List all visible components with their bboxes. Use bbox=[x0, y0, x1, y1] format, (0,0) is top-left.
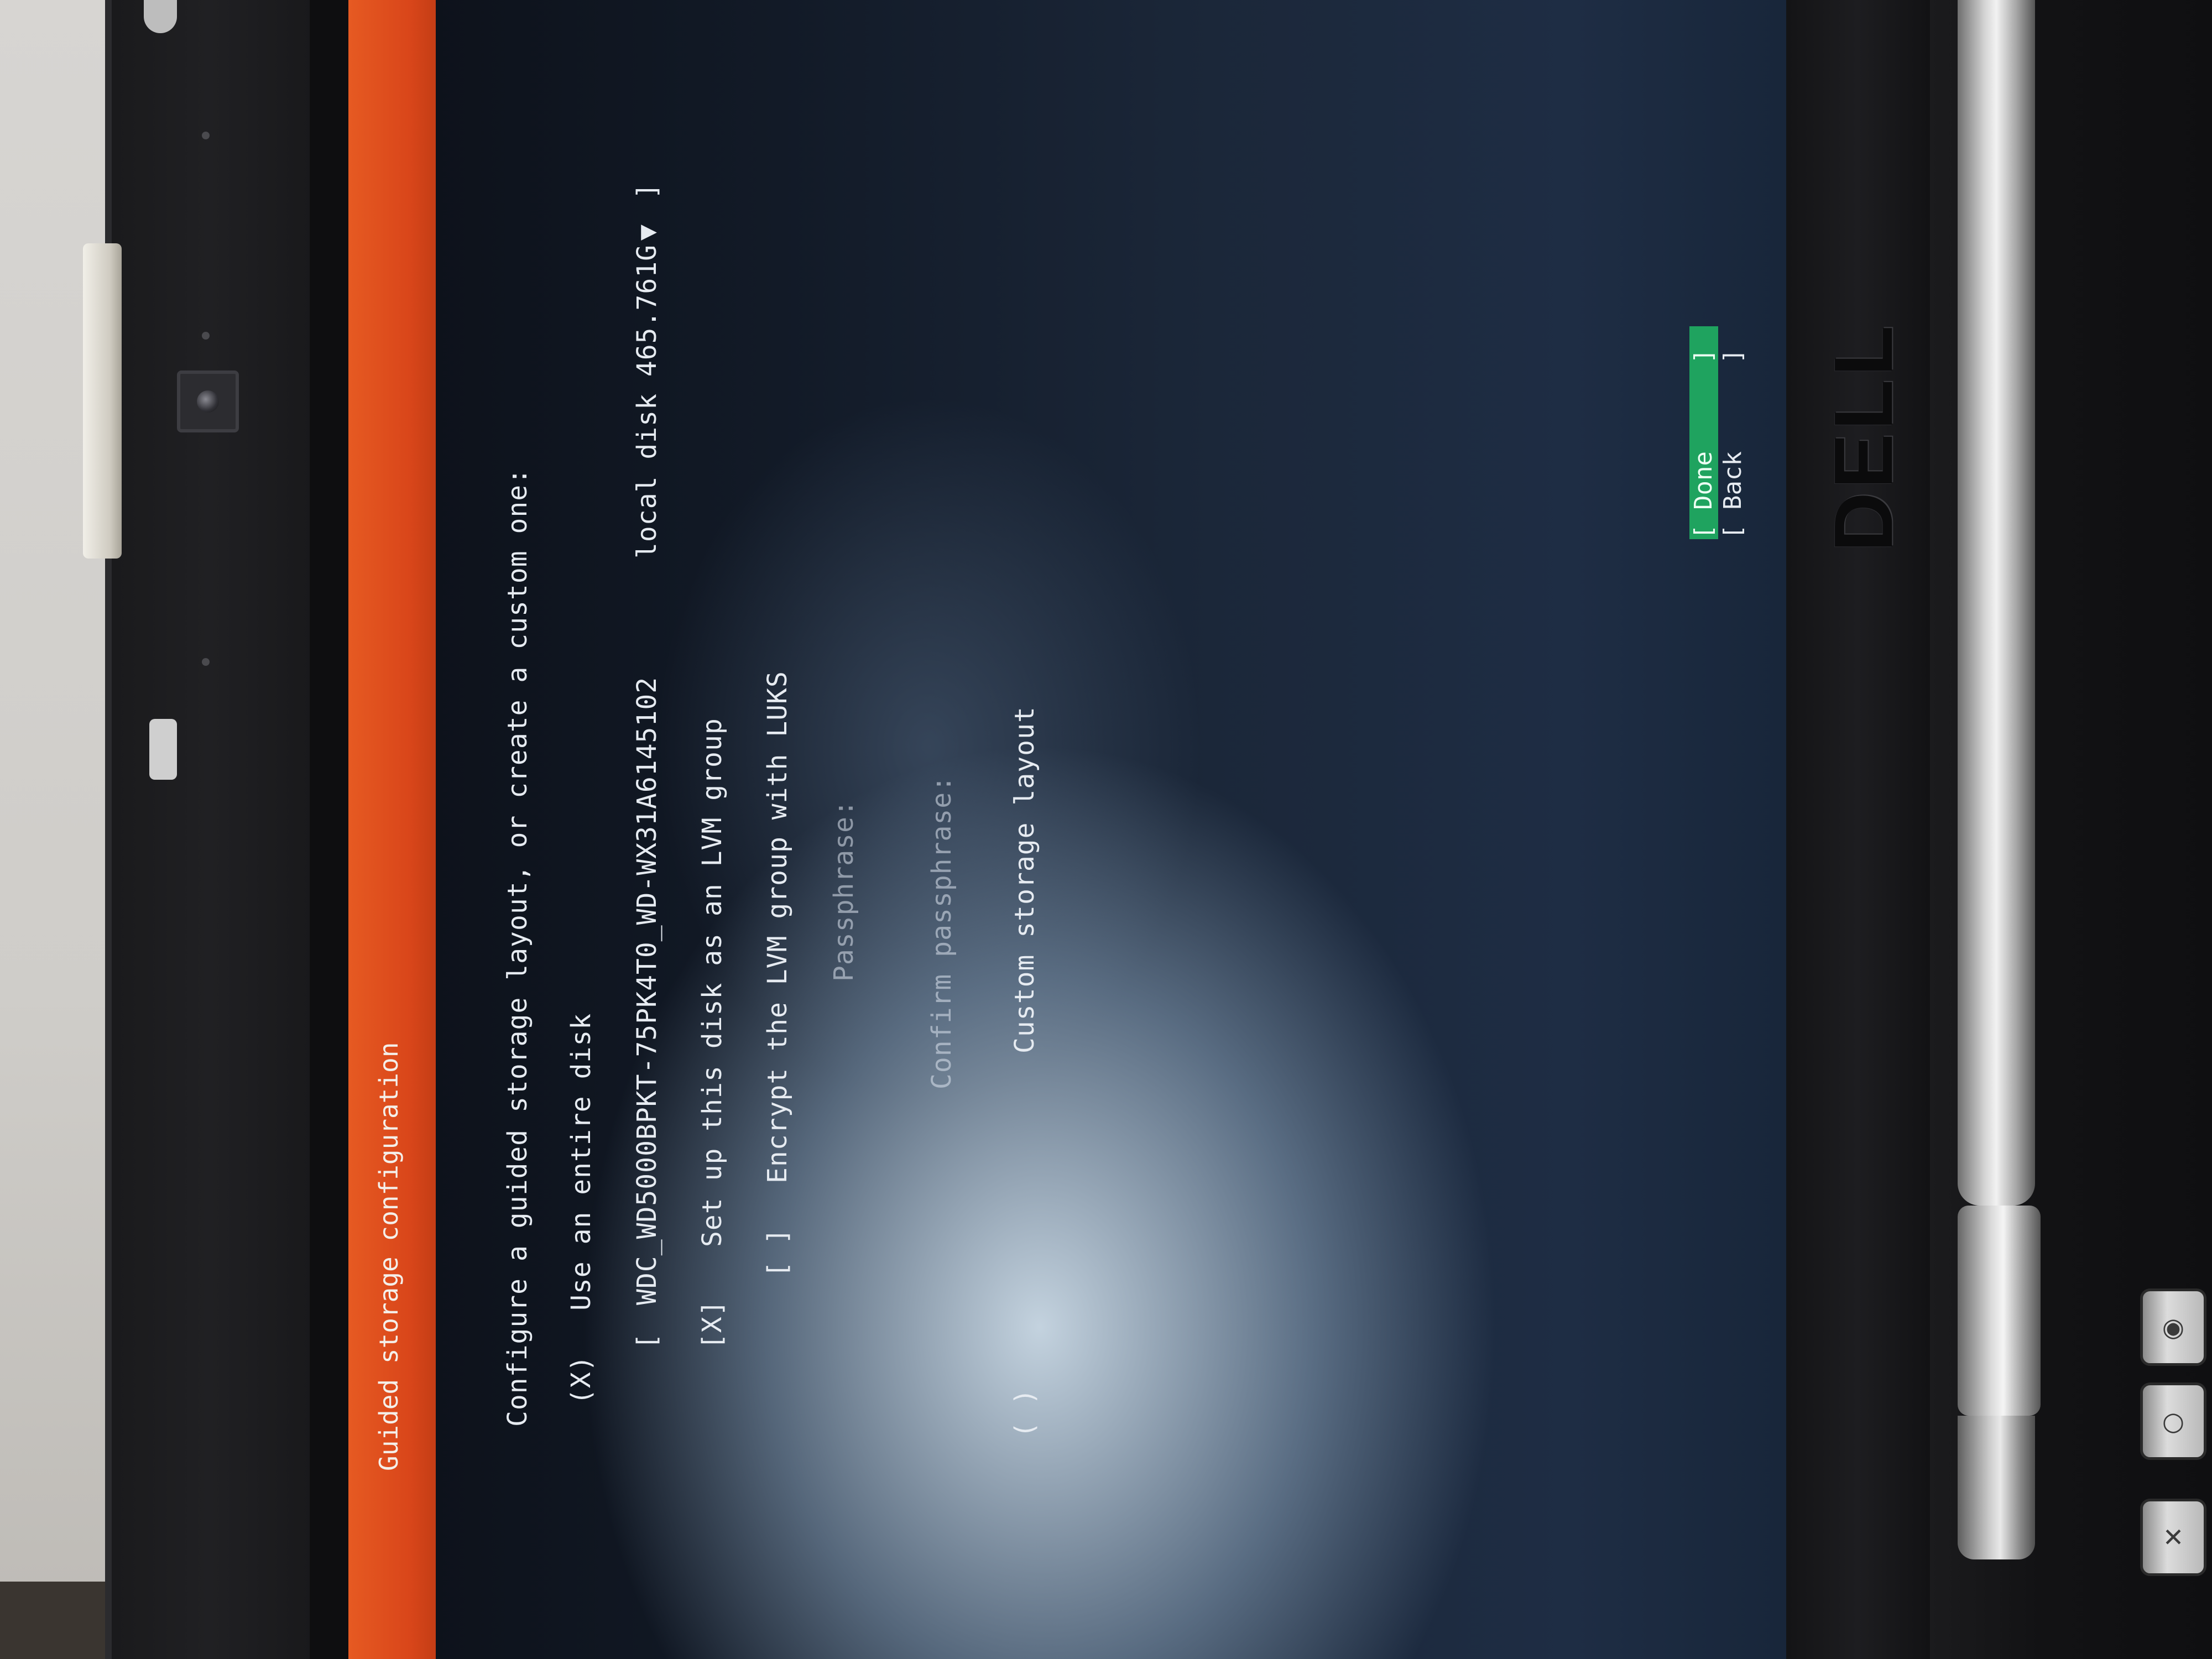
hinge-cap-lower bbox=[1958, 1416, 2035, 1559]
lvm-checkbox[interactable]: [X] bbox=[697, 1300, 728, 1349]
volume-down-button[interactable]: ○ bbox=[2140, 1383, 2206, 1460]
brand-logo-text: DELL bbox=[1817, 322, 1910, 552]
photo-scene: Guided storage configuration Configure a… bbox=[0, 0, 2212, 1659]
webcam-lens bbox=[197, 390, 219, 413]
chevron-down-icon[interactable]: ▼ bbox=[632, 224, 662, 241]
hinge-bar bbox=[1958, 0, 2035, 1206]
done-button-label: [ Done ] bbox=[1689, 348, 1718, 539]
disk-select-left-bracket: [ bbox=[632, 1333, 662, 1349]
volume-up-button[interactable]: ◉ bbox=[2140, 1288, 2206, 1366]
disk-select-right-bracket: ] bbox=[632, 182, 662, 199]
lid-latch bbox=[83, 243, 122, 559]
speaker-low-icon: ○ bbox=[2162, 1406, 2185, 1436]
encrypt-label: Encrypt the LVM group with LUKS bbox=[762, 671, 793, 1183]
confirm-passphrase-label: Confirm passphrase: bbox=[926, 775, 957, 1089]
mute-icon: ✕ bbox=[2162, 1522, 2184, 1552]
lvm-label: Set up this disk as an LVM group bbox=[697, 718, 728, 1247]
microphone-hole bbox=[202, 132, 210, 139]
use-entire-disk-radio[interactable]: (X) bbox=[566, 1355, 597, 1405]
encrypt-checkbox[interactable]: [ ] bbox=[762, 1228, 793, 1277]
use-entire-disk-label: Use an entire disk bbox=[566, 1013, 597, 1311]
monitor-screen: Guided storage configuration Configure a… bbox=[348, 0, 1786, 1659]
lid-latch-corner bbox=[144, 0, 177, 33]
confirm-passphrase-input[interactable] bbox=[926, 310, 957, 752]
title-bar: Guided storage configuration bbox=[348, 0, 436, 1659]
page-title: Guided storage configuration bbox=[374, 1042, 404, 1471]
custom-layout-label: Custom storage layout bbox=[1009, 706, 1040, 1053]
intro-text: Configure a guided storage layout, or cr… bbox=[502, 467, 533, 1427]
microphone-hole bbox=[202, 658, 210, 666]
lid-latch-small bbox=[149, 719, 177, 780]
monitor-bezel-bottom bbox=[1786, 0, 1930, 1659]
webcam bbox=[177, 371, 239, 432]
disk-select-name: WDC_WD5000BPKT-75PK4T0_WD-WX31A6145102 bbox=[632, 676, 662, 1305]
done-button[interactable]: [ Done ] bbox=[1689, 326, 1718, 539]
back-button-label: [ Back ] bbox=[1719, 348, 1747, 539]
installer-terminal: Guided storage configuration Configure a… bbox=[348, 0, 1786, 1659]
speaker-icon: ◉ bbox=[2162, 1312, 2185, 1342]
mute-button[interactable]: ✕ bbox=[2140, 1499, 2206, 1576]
monitor-bezel-inner-edge bbox=[310, 0, 348, 1659]
custom-layout-radio[interactable]: ( ) bbox=[1009, 1388, 1040, 1438]
dell-logo: DELL bbox=[1808, 321, 1919, 553]
disk-select-description: local disk 465.761G bbox=[632, 244, 662, 559]
passphrase-label: Passphrase: bbox=[828, 800, 859, 982]
microphone-hole bbox=[202, 332, 210, 340]
hinge-cap bbox=[1958, 1206, 2041, 1416]
passphrase-input[interactable] bbox=[828, 310, 859, 752]
back-button[interactable]: [ Back ] bbox=[1719, 326, 1747, 539]
